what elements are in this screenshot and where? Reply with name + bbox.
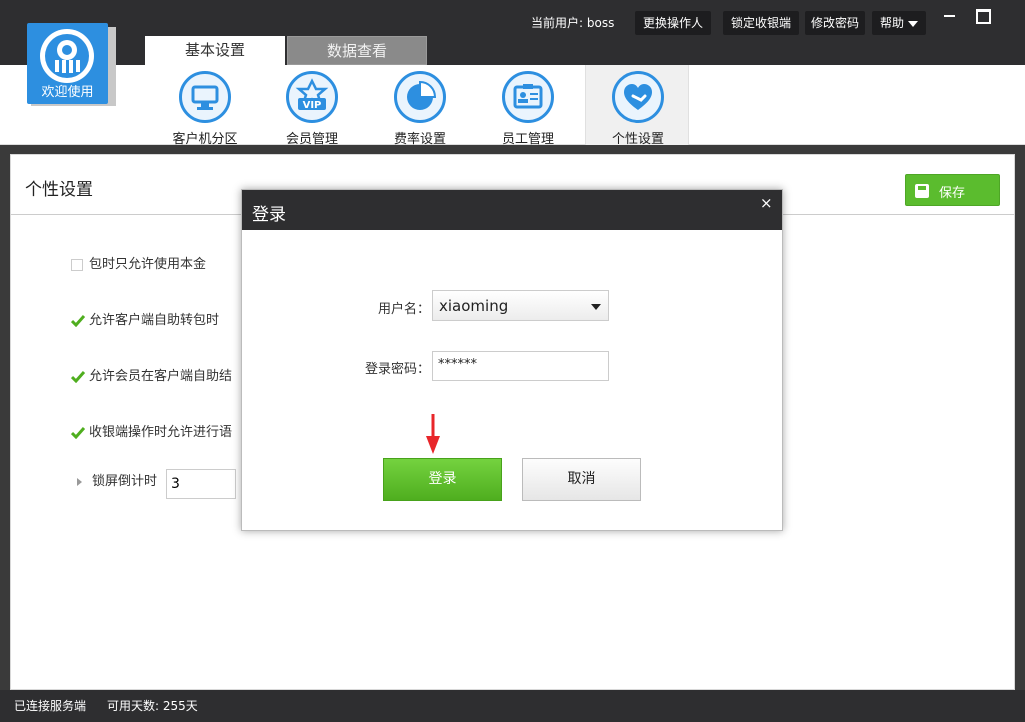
username-value: xiaoming [439,297,509,315]
username-label: 用户名： [377,302,430,317]
login-dialog: 登录 × 用户名： xiaoming 登录密码： ****** 登录 取消 [241,189,783,531]
minimize-icon[interactable] [940,6,960,24]
caret-down-icon [908,20,918,27]
title-bar: 基本设置 数据查看 当前用户: boss 更换操作人 锁定收银端 修改密码 帮助 [0,0,1025,65]
password-label: 登录密码： [364,362,430,377]
triangle-right-icon [77,477,82,486]
chevron-down-icon [591,304,601,310]
toolbar-label: 员工管理 [501,132,554,147]
login-button[interactable]: 登录 [383,458,502,501]
logo-mark-icon [40,29,94,83]
dialog-title: 登录 [252,205,286,225]
toolbar-label: 个性设置 [611,132,664,147]
svg-text:VIP: VIP [303,100,322,111]
toolbar-item-rates[interactable]: 费率设置 [368,65,472,147]
toolbar-item-client-zones[interactable]: 客户机分区 [153,65,257,147]
cancel-button[interactable]: 取消 [522,458,641,501]
option-cashier-voice[interactable]: 收银端操作时允许进行语 [70,421,233,440]
lock-cashier-button[interactable]: 锁定收银端 [723,11,799,35]
current-user-label: 当前用户: boss [531,16,615,30]
page-title: 个性设置 [25,180,93,200]
heart-wrench-icon [612,71,664,123]
close-icon[interactable]: × [760,194,773,212]
toolbar-label: 费率设置 [393,132,446,147]
toolbar-label: 客户机分区 [172,132,238,147]
toolbar-item-staff[interactable]: 员工管理 [476,65,580,147]
tab-data-view[interactable]: 数据查看 [287,36,427,65]
switch-operator-button[interactable]: 更换操作人 [635,11,711,35]
option-member-self-checkout[interactable]: 允许会员在客户端自助结 [70,365,233,384]
tab-basic-settings[interactable]: 基本设置 [145,36,285,65]
help-label: 帮助 [879,16,904,30]
checkbox-unchecked-icon[interactable] [71,258,83,271]
app-logo: 欢迎使用 [27,23,108,104]
change-password-button[interactable]: 修改密码 [805,11,865,35]
function-toolbar: 客户机分区 VIP 会员管理 费率设置 员工管理 个性设置 [0,65,1025,147]
password-input[interactable]: ****** [432,351,609,381]
lock-timer-label: 锁屏倒计时 [92,474,158,489]
option-lock-timer: 锁屏倒计时 [73,470,157,489]
id-card-icon [502,71,554,123]
toolbar-item-members[interactable]: VIP 会员管理 [260,65,364,147]
close-window-icon[interactable] [1001,6,1021,24]
connection-status: 已连接服务端 [14,699,87,713]
save-button[interactable]: 保存 [905,174,1000,206]
checkmark-icon[interactable] [70,426,86,439]
username-select[interactable]: xiaoming [432,290,609,321]
option-label: 允许会员在客户端自助结 [89,369,233,384]
dialog-header: 登录 × [242,190,782,230]
checkmark-icon[interactable] [70,314,86,327]
status-bar: 已连接服务端 可用天数: 255天 [0,690,1025,722]
lock-timer-input[interactable]: 3 [166,469,236,499]
option-label: 包时只允许使用本金 [89,257,207,272]
save-label: 保存 [939,186,966,201]
checkmark-icon[interactable] [70,370,86,383]
red-arrow-icon [426,414,440,454]
option-label: 收银端操作时允许进行语 [89,425,233,440]
help-button[interactable]: 帮助 [872,11,926,35]
option-client-self-package[interactable]: 允许客户端自助转包时 [70,309,220,328]
toolbar-label: 会员管理 [285,132,338,147]
option-label: 允许客户端自助转包时 [89,313,220,328]
vip-icon: VIP [286,71,338,123]
monitor-icon [179,71,231,123]
option-principal-only[interactable]: 包时只允许使用本金 [71,253,206,272]
pie-chart-icon [394,71,446,123]
toolbar-item-personal-settings[interactable]: 个性设置 [585,65,689,147]
save-icon [915,184,929,198]
logo-text: 欢迎使用 [41,85,94,100]
available-days: 可用天数: 255天 [107,699,198,713]
maximize-icon[interactable] [972,6,992,24]
